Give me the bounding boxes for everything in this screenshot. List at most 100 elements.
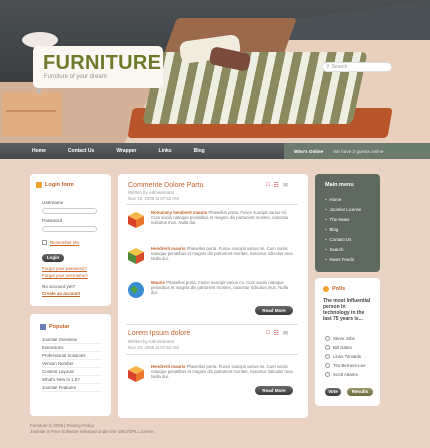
menu-item-license[interactable]: Joomla! License — [325, 204, 380, 214]
nav-home[interactable]: Home — [0, 148, 57, 154]
globe-icon — [128, 282, 144, 298]
gift-box-icon — [128, 366, 144, 382]
header-banner: FURNITURE Furniture of your dream ⚲ Sear… — [0, 0, 430, 143]
nav-links[interactable]: Links — [148, 148, 183, 154]
popular-item[interactable]: Professional Solutions — [42, 352, 102, 360]
read-more-button[interactable]: Read More — [255, 306, 293, 315]
nightstand — [2, 92, 62, 136]
poll-option[interactable]: Bill Gates — [325, 343, 366, 352]
whos-online: Who's Online We have 2 guests online — [284, 143, 430, 159]
search-placeholder: Search — [331, 64, 348, 70]
poll-radio[interactable] — [325, 372, 330, 377]
popular-item[interactable]: Version Number — [42, 360, 102, 368]
site-logo[interactable]: FURNITURE — [43, 52, 161, 75]
article-item-text: Phasellus porta. Fusce suscipit varius m… — [151, 280, 289, 295]
menu-item-label: Search — [329, 246, 344, 252]
poll-option-label: Steve Jobs — [333, 336, 355, 341]
popular-icon — [40, 324, 46, 330]
menu-item-search[interactable]: Search — [325, 244, 380, 254]
menu-item-news[interactable]: The News — [325, 214, 380, 224]
popular-item[interactable]: What's New in 1.5? — [42, 376, 102, 384]
poll-radio[interactable] — [325, 345, 330, 350]
username-label: Username — [42, 200, 64, 205]
content-panel: Commente Dolore Partu □ ☷ ✉ Written by A… — [118, 174, 308, 418]
gift-box-icon — [128, 212, 144, 228]
divider — [126, 324, 298, 325]
menu-item-contact[interactable]: Contact Us — [325, 234, 380, 244]
footer: Furniture © 2009 | Privacy Policy Joomla… — [30, 423, 155, 435]
login-button[interactable]: Login — [42, 254, 64, 262]
poll-icon — [323, 286, 329, 292]
poll-option-label: Scott Adams — [333, 372, 358, 377]
menu-item-label: The News — [329, 216, 350, 222]
menu-item-label: News Feeds — [329, 256, 354, 262]
polls-panel: Polls The most influential person in tec… — [315, 278, 380, 406]
poll-option[interactable]: Linus Torvalds — [325, 352, 366, 361]
popular-panel: Popular Joomla! Overview Extensions Prof… — [30, 314, 111, 416]
forgot-password-link[interactable]: Forgot your password? — [42, 266, 87, 271]
nav-blog[interactable]: Blog — [183, 148, 216, 154]
menu-item-label: Home — [329, 196, 342, 202]
poll-option[interactable]: Scott Adams — [325, 370, 366, 379]
article-author: Written by Administrator — [128, 339, 175, 344]
menu-item-newsfeeds[interactable]: News Feeds — [325, 254, 380, 264]
popular-item[interactable]: Extensions — [42, 344, 102, 352]
email-icon[interactable]: ✉ — [283, 182, 288, 189]
poll-radio[interactable] — [325, 336, 330, 341]
poll-option-label: Linus Torvalds — [333, 354, 361, 359]
username-field[interactable] — [42, 208, 97, 214]
vote-button[interactable]: Vote — [325, 388, 341, 396]
email-icon[interactable]: ✉ — [283, 330, 288, 337]
create-account-link[interactable]: Create an account — [42, 291, 80, 296]
stack-icon — [128, 248, 144, 264]
poll-option[interactable]: Steve Jobs — [325, 334, 366, 343]
poll-radio[interactable] — [325, 354, 330, 359]
popular-item[interactable]: Content Layouts — [42, 368, 102, 376]
menu-item-label: Blog — [329, 226, 339, 232]
article-title[interactable]: Lorem Ipsum dolore — [128, 330, 190, 337]
article-date: Nov 19, 2008 at 07:52 AM — [128, 344, 179, 350]
lock-icon — [36, 182, 42, 188]
popular-item[interactable]: Joomla! Features — [42, 384, 102, 392]
poll-question: The most influential person in technolog… — [323, 298, 371, 322]
print-icon[interactable]: ☷ — [274, 182, 279, 189]
login-title: Login form — [45, 182, 74, 188]
search-input[interactable]: ⚲ Search — [322, 62, 392, 72]
divider — [126, 354, 298, 355]
article-date: Nov 19, 2008 at 07:52 AM — [128, 195, 179, 201]
remember-checkbox[interactable] — [42, 240, 47, 245]
polls-title: Polls — [332, 286, 346, 292]
whos-online-text: We have 2 guests online — [333, 148, 384, 154]
menu-item-label: Contact Us — [329, 236, 352, 242]
article-item: Mauris Phasellus porta. Fusce suscipit v… — [126, 280, 296, 300]
read-more-button[interactable]: Read More — [255, 386, 293, 395]
divider — [126, 204, 298, 205]
footer-license: Joomla! is Free Software released under … — [30, 429, 155, 434]
results-button[interactable]: Results — [347, 388, 373, 396]
poll-option-label: Tim Berners-Lee — [333, 363, 366, 368]
search-icon: ⚲ — [326, 64, 330, 70]
password-label: Password — [42, 218, 63, 223]
main-menu-panel: Main menu Home Joomla! License The News … — [315, 174, 380, 272]
main-menu-title: Main menu — [325, 182, 354, 188]
password-field[interactable] — [42, 226, 97, 232]
site-tagline: Furniture of your dream — [44, 74, 107, 80]
remember-label: Remember Me — [50, 240, 80, 245]
pdf-icon[interactable]: □ — [266, 330, 270, 337]
article-title[interactable]: Commente Dolore Partu — [128, 182, 203, 189]
popular-title: Popular — [49, 324, 70, 330]
whos-online-title: Who's Online — [294, 148, 324, 154]
print-icon[interactable]: ☷ — [274, 330, 279, 337]
nav-contact-us[interactable]: Contact Us — [57, 148, 105, 154]
menu-item-blog[interactable]: Blog — [325, 224, 380, 234]
article-author: Written by Administrator — [128, 190, 175, 195]
poll-radio[interactable] — [325, 363, 330, 368]
menu-item-home[interactable]: Home — [325, 194, 380, 204]
nav-wrapper[interactable]: Wrapper — [105, 148, 147, 154]
article-item: Hendrerit mauris Phasellus porta. Fusce … — [126, 246, 296, 266]
poll-option[interactable]: Tim Berners-Lee — [325, 361, 366, 370]
forgot-username-link[interactable]: Forgot your username? — [42, 273, 88, 278]
popular-item[interactable]: Joomla! Overview — [42, 336, 102, 344]
article-item: Hendrerit mauris Phasellus porta. Fusce … — [126, 364, 296, 384]
pdf-icon[interactable]: □ — [266, 182, 270, 189]
